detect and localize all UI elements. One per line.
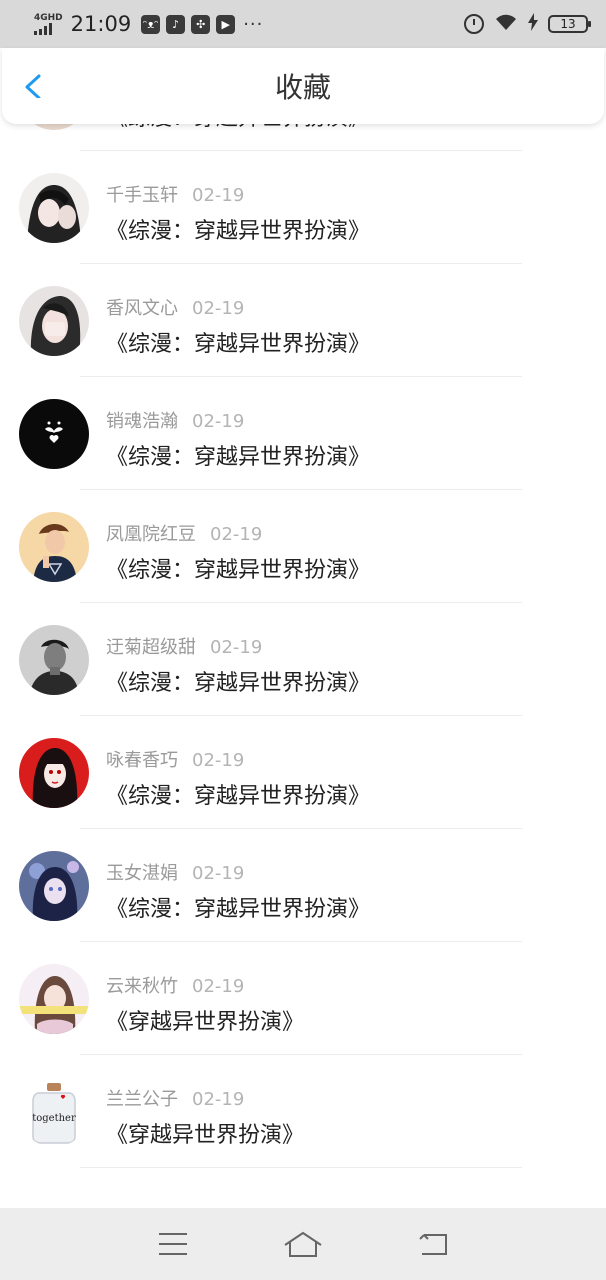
item-meta: 云来秋竹 02-19 bbox=[106, 972, 244, 998]
username: 凤凰院红豆 bbox=[106, 524, 196, 545]
avatar[interactable] bbox=[19, 625, 89, 695]
wifi-icon bbox=[494, 13, 518, 36]
date: 02-19 bbox=[192, 298, 245, 319]
book-title[interactable]: 《穿越异世界扮演》 bbox=[106, 1117, 304, 1149]
signal-icon bbox=[34, 22, 52, 35]
username: 迂菊超级甜 bbox=[106, 637, 196, 658]
username: 香风文心 bbox=[106, 298, 178, 319]
list-item[interactable]: 销魂浩瀚 02-19 《综漫：穿越异世界扮演》 bbox=[0, 377, 606, 490]
username: 玉女湛娟 bbox=[106, 863, 178, 884]
date: 02-19 bbox=[210, 524, 263, 545]
list-item[interactable]: 凤凰院红豆 02-19 《综漫：穿越异世界扮演》 bbox=[0, 490, 606, 603]
book-title[interactable]: 《综漫：穿越异世界扮演》 bbox=[106, 552, 370, 584]
item-meta: 咏春香巧 02-19 bbox=[106, 746, 244, 772]
date: 02-19 bbox=[192, 1089, 245, 1110]
item-meta: 香风文心 02-19 bbox=[106, 294, 244, 320]
battery-level: 13 bbox=[560, 17, 576, 31]
video-icon: ▶ bbox=[216, 14, 236, 34]
date: 02-19 bbox=[192, 185, 245, 206]
tiktok-icon: ♪ bbox=[166, 14, 186, 34]
back-nav-icon[interactable] bbox=[418, 1232, 448, 1256]
username: 咏春香巧 bbox=[106, 750, 178, 771]
username: 千手玉轩 bbox=[106, 185, 178, 206]
item-meta: 千手玉轩 02-19 bbox=[106, 181, 244, 207]
date: 02-19 bbox=[192, 976, 245, 997]
list-item[interactable]: 香风文心 02-19 《综漫：穿越异世界扮演》 bbox=[0, 264, 606, 377]
book-title[interactable]: 《综漫：穿越异世界扮演》 bbox=[106, 665, 370, 697]
home-icon[interactable] bbox=[283, 1231, 323, 1257]
date: 02-19 bbox=[192, 750, 245, 771]
item-meta: 玉女湛娟 02-19 bbox=[106, 859, 244, 885]
avatar[interactable] bbox=[19, 399, 89, 469]
page-title: 收藏 bbox=[274, 71, 331, 104]
alarm-icon bbox=[464, 14, 484, 34]
back-chevron-icon[interactable] bbox=[22, 74, 46, 98]
item-meta: 迂菊超级甜 02-19 bbox=[106, 633, 262, 659]
charging-icon bbox=[528, 13, 538, 35]
list-item[interactable]: 咏春香巧 02-19 《综漫：穿越异世界扮演》 bbox=[0, 716, 606, 829]
username: 兰兰公子 bbox=[106, 1089, 178, 1110]
network-indicator: 4GHD bbox=[34, 12, 63, 35]
favorites-list: 《综漫：穿越异世界扮演》 千手玉轩 02-19 《综漫：穿越异世界扮演》 香风文心… bbox=[0, 75, 606, 1208]
avatar[interactable] bbox=[19, 738, 89, 808]
avatar[interactable] bbox=[19, 286, 89, 356]
list-item[interactable]: 玉女湛娟 02-19 《综漫：穿越异世界扮演》 bbox=[0, 829, 606, 942]
item-meta: 兰兰公子 02-19 bbox=[106, 1085, 244, 1111]
status-bar: 4GHD 21:09 ᵔᴥᵔ ♪ ✣ ▶ ··· 13 bbox=[0, 0, 606, 48]
avatar[interactable]: together bbox=[19, 1077, 89, 1147]
mug-label: together bbox=[32, 1113, 76, 1124]
cat-icon: ᵔᴥᵔ bbox=[141, 14, 161, 34]
clock: 21:09 bbox=[70, 12, 132, 36]
book-title[interactable]: 《综漫：穿越异世界扮演》 bbox=[106, 891, 370, 923]
username: 销魂浩瀚 bbox=[106, 411, 178, 432]
avatar[interactable] bbox=[19, 964, 89, 1034]
menu-icon[interactable] bbox=[158, 1232, 188, 1256]
avatar[interactable] bbox=[19, 512, 89, 582]
book-title[interactable]: 《综漫：穿越异世界扮演》 bbox=[106, 326, 370, 358]
date: 02-19 bbox=[192, 863, 245, 884]
more-notifications-icon: ··· bbox=[243, 13, 264, 35]
list-item[interactable]: 千手玉轩 02-19 《综漫：穿越异世界扮演》 bbox=[0, 151, 606, 264]
divider bbox=[80, 1167, 522, 1168]
list-item[interactable]: 云来秋竹 02-19 《穿越异世界扮演》 bbox=[0, 942, 606, 1055]
date: 02-19 bbox=[210, 637, 263, 658]
item-meta: 销魂浩瀚 02-19 bbox=[106, 407, 244, 433]
date: 02-19 bbox=[192, 411, 245, 432]
book-title[interactable]: 《穿越异世界扮演》 bbox=[106, 1004, 304, 1036]
avatar[interactable] bbox=[19, 173, 89, 243]
list-item[interactable]: together 兰兰公子 02-19 《穿越异世界扮演》 bbox=[0, 1055, 606, 1168]
list-item[interactable]: 迂菊超级甜 02-19 《综漫：穿越异世界扮演》 bbox=[0, 603, 606, 716]
item-meta: 凤凰院红豆 02-19 bbox=[106, 520, 262, 546]
system-navigation-bar bbox=[0, 1208, 606, 1280]
network-type: 4GHD bbox=[34, 12, 63, 23]
book-title[interactable]: 《综漫：穿越异世界扮演》 bbox=[106, 778, 370, 810]
avatar[interactable] bbox=[19, 851, 89, 921]
pinwheel-icon: ✣ bbox=[191, 14, 211, 34]
username: 云来秋竹 bbox=[106, 976, 178, 997]
book-title[interactable]: 《综漫：穿越异世界扮演》 bbox=[106, 213, 370, 245]
battery-icon: 13 bbox=[548, 15, 591, 33]
book-title[interactable]: 《综漫：穿越异世界扮演》 bbox=[106, 439, 370, 471]
app-header: 收藏 bbox=[2, 48, 604, 124]
